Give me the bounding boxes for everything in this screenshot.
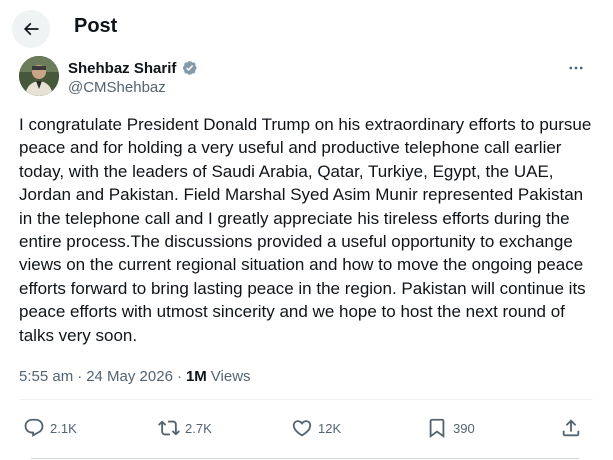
meta-separator: · — [176, 368, 182, 385]
reply-button[interactable]: 2.1K — [23, 413, 77, 443]
views-label: Views — [210, 368, 251, 385]
bookmark-count: 390 — [453, 420, 475, 436]
bookmark-button[interactable]: 390 — [426, 413, 475, 443]
post-meta: 5:55 am · 24 May 2026 · 1M Views — [19, 368, 251, 385]
post-text: I congratulate President Donald Trump on… — [19, 115, 592, 345]
post-time[interactable]: 5:55 am — [19, 368, 73, 385]
repost-count: 2.7K — [185, 420, 212, 436]
repost-button[interactable]: 2.7K — [158, 413, 212, 443]
divider — [31, 458, 579, 459]
avatar[interactable] — [19, 56, 59, 96]
post-date[interactable]: 24 May 2026 — [86, 368, 173, 385]
top-bar: Post — [0, 0, 613, 56]
like-count: 12K — [318, 420, 342, 436]
more-options-button[interactable] — [562, 58, 590, 78]
author-name[interactable]: Shehbaz Sharif — [68, 60, 176, 77]
reply-count: 2.1K — [50, 420, 77, 436]
action-bar: 2.1K 2.7K 12K 390 — [19, 413, 593, 443]
verified-badge-icon[interactable] — [180, 59, 198, 77]
reply-icon — [24, 418, 44, 437]
author-handle[interactable]: @CMShehbaz — [68, 79, 166, 96]
share-button[interactable] — [560, 413, 582, 443]
profile-photo — [19, 56, 59, 96]
bookmark-icon — [429, 418, 445, 439]
meta-separator: · — [77, 368, 83, 385]
more-horizontal-icon — [569, 66, 583, 70]
divider — [19, 399, 593, 400]
repost-icon — [158, 420, 180, 436]
heart-icon — [292, 420, 312, 437]
views-count: 1M — [185, 368, 207, 385]
like-button[interactable]: 12K — [291, 413, 341, 443]
back-button[interactable] — [12, 10, 50, 48]
share-icon — [562, 419, 580, 437]
arrow-left-icon — [23, 22, 39, 36]
author-name-row: Shehbaz Sharif — [68, 59, 198, 77]
page-title: Post — [74, 15, 118, 37]
